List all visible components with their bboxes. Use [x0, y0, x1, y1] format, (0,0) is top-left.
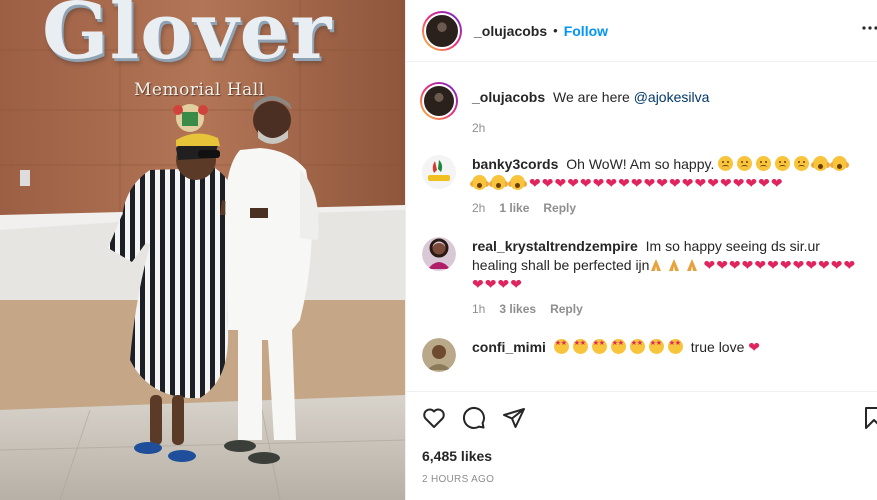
commenter-avatar[interactable] — [422, 338, 456, 372]
sign-memorial-hall-text: Memorial Hall — [134, 80, 265, 100]
star-struck-face-icon — [553, 339, 687, 355]
comment-time: 1h — [472, 302, 486, 316]
comment-text: true love — [690, 339, 745, 355]
caption-mention[interactable]: @ajokesilva — [634, 89, 710, 105]
comment-likes[interactable]: 3 likes — [499, 302, 536, 316]
follow-button[interactable]: Follow — [564, 23, 608, 39]
comment-item: real_krystaltrendzempire Im so happy see… — [406, 237, 877, 316]
frowning-face-icon — [718, 156, 813, 172]
comment-item: banky3cords Oh WoW! Am so happy. ❤❤❤❤❤❤❤… — [406, 155, 877, 215]
caption: _olujacobs We are here @ajokesilva 2h — [406, 82, 877, 135]
reply-button[interactable]: Reply — [550, 302, 583, 316]
post-side-panel: _olujacobs • Follow _olujacobs We are he… — [405, 0, 877, 500]
praying-hands-icon — [649, 257, 703, 273]
comment-likes[interactable]: 1 like — [499, 201, 529, 215]
heart-icon[interactable] — [422, 407, 446, 429]
comment-icon[interactable] — [462, 406, 486, 430]
comments-list[interactable]: _olujacobs We are here @ajokesilva 2h ba… — [406, 63, 877, 391]
commenter-avatar[interactable] — [422, 237, 456, 271]
post-photo[interactable]: Glover Memorial Hall — [0, 0, 405, 500]
comment-item: confi_mimi true love ❤ — [406, 338, 877, 372]
post-timestamp: 2 HOURS AGO — [422, 474, 495, 485]
bookmark-icon[interactable] — [864, 406, 877, 430]
author-username[interactable]: _olujacobs — [474, 23, 547, 39]
comment-username[interactable]: real_krystaltrendzempire — [472, 238, 638, 254]
reply-button[interactable]: Reply — [543, 201, 576, 215]
header-separator: • — [553, 23, 558, 38]
caption-text: We are here — [553, 89, 630, 105]
more-options-icon[interactable] — [861, 18, 877, 42]
author-avatar[interactable] — [422, 10, 462, 51]
share-icon[interactable] — [502, 407, 526, 429]
heart-emoji-icon: ❤ — [748, 339, 761, 355]
caption-username[interactable]: _olujacobs — [472, 89, 545, 105]
comment-time: 2h — [472, 201, 486, 215]
comment-username[interactable]: confi_mimi — [472, 339, 546, 355]
comment-text: Oh WoW! Am so happy. — [566, 156, 715, 172]
caption-time: 2h — [472, 121, 486, 135]
sign-glover-text: Glover — [42, 0, 333, 77]
commenter-avatar[interactable] — [422, 155, 456, 189]
comment-username[interactable]: banky3cords — [472, 156, 558, 172]
likes-count[interactable]: 6,485 likes — [422, 448, 492, 464]
post-header: _olujacobs • Follow — [406, 0, 877, 62]
heart-emoji-icon: ❤❤❤❤❤❤❤❤❤❤❤❤❤❤❤❤❤❤❤❤ — [529, 175, 784, 191]
caption-avatar[interactable] — [420, 82, 458, 120]
post-actions: 6,485 likes 2 HOURS AGO — [406, 391, 877, 500]
instagram-post: Glover Memorial Hall _olujacobs • Follow… — [0, 0, 877, 500]
